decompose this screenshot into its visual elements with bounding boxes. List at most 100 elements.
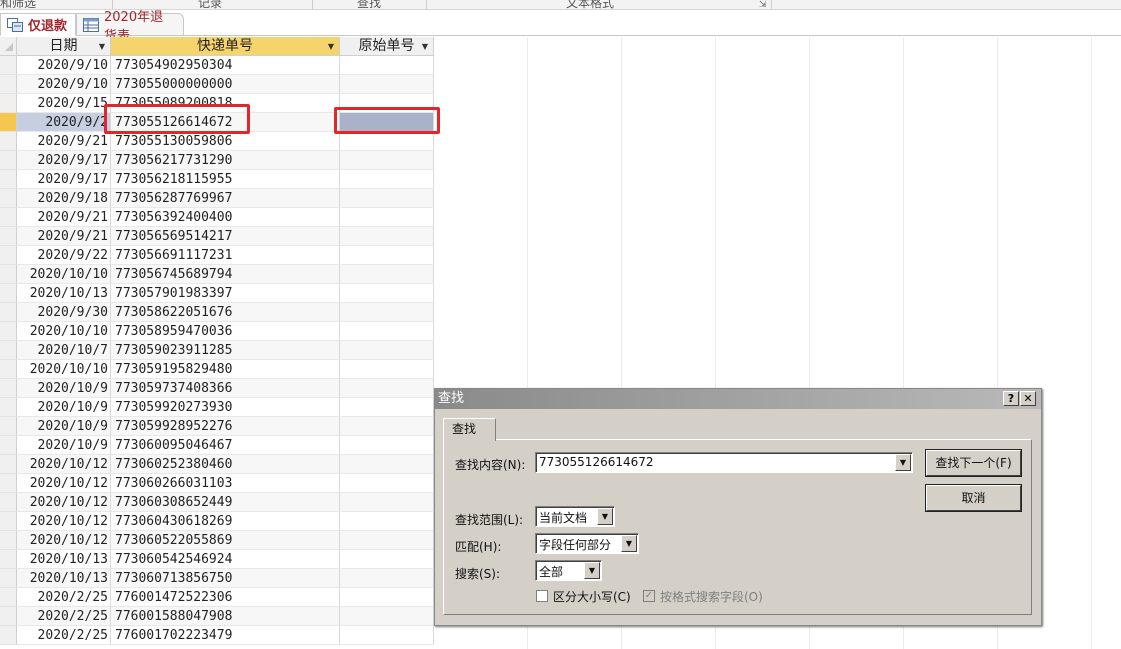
table-row[interactable]: 2020/9/21 773056569514217 (0, 227, 1121, 246)
cell-original-number[interactable] (340, 303, 434, 322)
close-button[interactable]: ✕ (1020, 391, 1036, 406)
cell-original-number[interactable] (340, 379, 434, 398)
cell-original-number[interactable] (340, 246, 434, 265)
cell-tracking-number[interactable]: 773060095046467 (111, 436, 340, 455)
row-selector[interactable] (0, 341, 17, 360)
row-selector[interactable] (0, 322, 17, 341)
row-selector[interactable] (0, 531, 17, 550)
cell-tracking-number[interactable]: 773060542546924 (111, 550, 340, 569)
cell-original-number[interactable] (340, 360, 434, 379)
cell-original-number[interactable] (340, 322, 434, 341)
cell-date[interactable]: 2020/2/25 (17, 588, 111, 607)
match-case-checkbox[interactable] (536, 590, 548, 602)
row-selector[interactable] (0, 94, 17, 113)
table-row[interactable]: 2020/9/21 773056392400400 (0, 208, 1121, 227)
cell-original-number[interactable] (340, 588, 434, 607)
cell-date[interactable]: 2020/9/15 (17, 94, 111, 113)
table-row[interactable]: 2020/9/21 773055130059806 (0, 132, 1121, 151)
cell-tracking-number[interactable]: 773060252380460 (111, 455, 340, 474)
row-selector[interactable] (0, 607, 17, 626)
chevron-down-icon[interactable]: ▼ (895, 454, 911, 471)
cell-date[interactable]: 2020/9/18 (17, 189, 111, 208)
cell-original-number[interactable] (340, 493, 434, 512)
cell-date[interactable]: 2020/2/25 (17, 626, 111, 645)
table-row[interactable]: 2020/9/2 773055126614672 (0, 113, 1121, 132)
search-formatted-checkbox[interactable]: ✓ (643, 590, 655, 602)
cell-date[interactable]: 2020/10/10 (17, 322, 111, 341)
row-selector[interactable] (0, 113, 17, 132)
table-row[interactable]: 2020/10/10 773059195829480 (0, 360, 1121, 379)
cell-tracking-number[interactable]: 773055126614672 (111, 113, 340, 132)
cell-original-number[interactable] (340, 189, 434, 208)
row-selector[interactable] (0, 189, 17, 208)
row-selector[interactable] (0, 626, 17, 645)
row-selector[interactable] (0, 569, 17, 588)
cell-original-number[interactable] (340, 284, 434, 303)
row-selector[interactable] (0, 265, 17, 284)
cell-tracking-number[interactable]: 773055130059806 (111, 132, 340, 151)
cell-tracking-number[interactable]: 773060308652449 (111, 493, 340, 512)
table-row[interactable]: 2020/9/15 773055089200818 (0, 94, 1121, 113)
column-header-date[interactable]: 日期 ▼ (17, 37, 111, 56)
table-row[interactable]: 2020/10/10 773058959470036 (0, 322, 1121, 341)
cell-original-number[interactable] (340, 455, 434, 474)
cell-date[interactable]: 2020/10/9 (17, 417, 111, 436)
cell-tracking-number[interactable]: 773056745689794 (111, 265, 340, 284)
cell-original-number[interactable] (340, 550, 434, 569)
cell-tracking-number[interactable]: 773060713856750 (111, 569, 340, 588)
cell-date[interactable]: 2020/10/10 (17, 360, 111, 379)
cell-tracking-number[interactable]: 776001472522306 (111, 588, 340, 607)
cell-tracking-number[interactable]: 773058622051676 (111, 303, 340, 322)
cell-original-number[interactable] (340, 474, 434, 493)
cell-tracking-number[interactable]: 773060430618269 (111, 512, 340, 531)
find-next-button[interactable]: 查找下一个(F) (926, 450, 1021, 476)
cell-tracking-number[interactable]: 773057901983397 (111, 284, 340, 303)
cell-original-number[interactable] (340, 151, 434, 170)
row-selector[interactable] (0, 550, 17, 569)
row-selector[interactable] (0, 398, 17, 417)
cell-date[interactable]: 2020/10/9 (17, 379, 111, 398)
cell-date[interactable]: 2020/9/30 (17, 303, 111, 322)
chevron-down-icon[interactable]: ▼ (621, 535, 637, 552)
cell-tracking-number[interactable]: 773059928952276 (111, 417, 340, 436)
cell-tracking-number[interactable]: 776001588047908 (111, 607, 340, 626)
cell-original-number[interactable] (340, 341, 434, 360)
match-combobox[interactable]: 字段任何部分 ▼ (535, 533, 639, 554)
column-filter-dropdown-icon[interactable]: ▼ (328, 37, 334, 56)
cell-original-number[interactable] (340, 170, 434, 189)
cell-tracking-number[interactable]: 773056287769967 (111, 189, 340, 208)
table-row[interactable]: 2020/9/30 773058622051676 (0, 303, 1121, 322)
cell-tracking-number[interactable]: 773056392400400 (111, 208, 340, 227)
cell-original-number[interactable] (340, 417, 434, 436)
column-filter-dropdown-icon[interactable]: ▼ (99, 37, 105, 56)
cell-original-number[interactable] (340, 75, 434, 94)
search-direction-combobox[interactable]: 全部 ▼ (535, 560, 602, 581)
cell-date[interactable]: 2020/9/21 (17, 132, 111, 151)
row-selector[interactable] (0, 379, 17, 398)
cell-date[interactable]: 2020/10/13 (17, 550, 111, 569)
match-case-label[interactable]: 区分大小写(C) (553, 588, 631, 605)
chevron-down-icon[interactable]: ▼ (597, 508, 613, 525)
cell-original-number[interactable] (340, 436, 434, 455)
cell-date[interactable]: 2020/10/7 (17, 341, 111, 360)
row-selector[interactable] (0, 303, 17, 322)
cell-date[interactable]: 2020/10/12 (17, 512, 111, 531)
cell-tracking-number[interactable]: 773056569514217 (111, 227, 340, 246)
dialog-launcher-icon[interactable]: ⇲ (759, 0, 767, 9)
cell-original-number[interactable] (340, 208, 434, 227)
table-row[interactable]: 2020/10/7 773059023911285 (0, 341, 1121, 360)
table-row[interactable]: 2020/2/25 776001702223479 (0, 626, 1121, 645)
table-row[interactable]: 2020/9/18 773056287769967 (0, 189, 1121, 208)
cell-date[interactable]: 2020/9/22 (17, 246, 111, 265)
cell-tracking-number[interactable]: 773058959470036 (111, 322, 340, 341)
row-selector[interactable] (0, 284, 17, 303)
cell-tracking-number[interactable]: 773055089200818 (111, 94, 340, 113)
cell-original-number[interactable] (340, 607, 434, 626)
help-button[interactable]: ? (1003, 391, 1019, 406)
table-row[interactable]: 2020/9/10 773055000000000 (0, 75, 1121, 94)
cell-tracking-number[interactable]: 773059920273930 (111, 398, 340, 417)
select-all-corner[interactable] (0, 37, 17, 56)
cell-tracking-number[interactable]: 773059023911285 (111, 341, 340, 360)
cell-tracking-number[interactable]: 773059737408366 (111, 379, 340, 398)
cell-original-number[interactable] (340, 132, 434, 151)
